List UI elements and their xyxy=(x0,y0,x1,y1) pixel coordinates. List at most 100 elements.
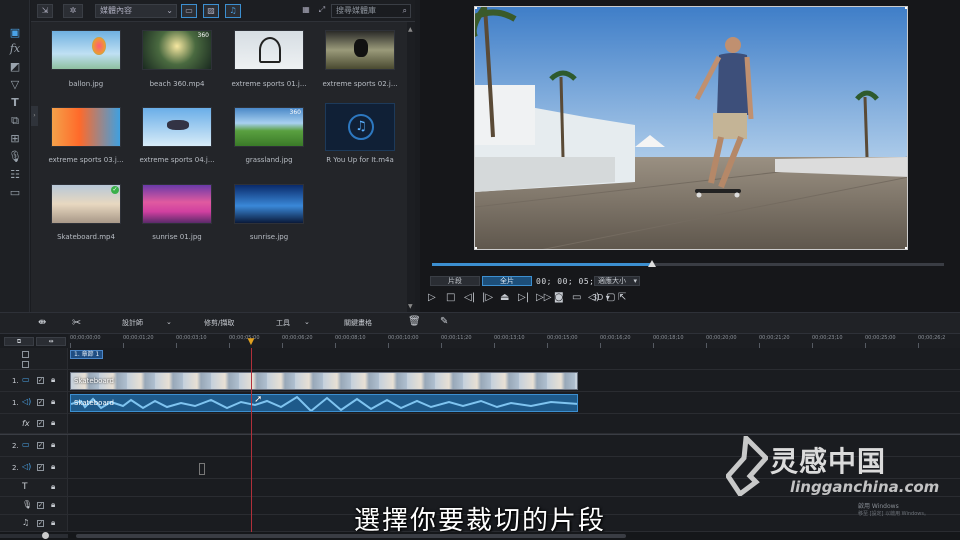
expand-icon[interactable]: ⤢ xyxy=(315,4,329,18)
media-thumb-sunrise01[interactable] xyxy=(142,184,212,224)
timeline-ruler[interactable]: 00;00;00;00 00;00;01;20 00;00;03;10 00;00;0… xyxy=(68,334,960,348)
media-thumb-grassland[interactable]: 360 xyxy=(234,107,304,147)
media-room-icon[interactable]: ▣ xyxy=(8,26,22,40)
voiceover-mic-icon[interactable]: 🎙 xyxy=(8,150,22,164)
zoom-slider-handle[interactable] xyxy=(42,532,49,539)
keyframe-button[interactable]: 關鍵畫格 xyxy=(344,318,372,328)
movie-mode-button[interactable]: 全片 xyxy=(482,276,532,286)
timeline-toolbar: ⇼ ✂ 設計師 ⌄ 修剪/擷取 工具 ⌄ 關鍵畫格 🗑 ✎ xyxy=(0,312,960,334)
chapter-room-icon[interactable]: ☷ xyxy=(8,168,22,182)
subtitle-room-icon[interactable]: ▭ xyxy=(8,186,22,200)
fit-to-window-button[interactable]: ⇹ xyxy=(36,337,66,346)
timeline-view-button[interactable]: ⧉ xyxy=(4,337,34,346)
resize-handle[interactable] xyxy=(905,7,907,9)
video-track-1: 1. ▭ ✓ 🔒︎ Skateboard xyxy=(0,370,960,392)
undock-icon[interactable]: ⇱ xyxy=(618,292,626,303)
collapse-panel-handle[interactable]: › xyxy=(31,106,38,126)
designer-button[interactable]: 設計師 xyxy=(122,318,143,328)
lock-icon[interactable]: 🔒︎ xyxy=(51,440,55,450)
edit-icon[interactable]: ✎ xyxy=(440,316,448,327)
media-thumb-extreme03[interactable] xyxy=(51,107,121,147)
track-enable-checkbox[interactable]: ✓ xyxy=(37,399,44,406)
title-room-icon[interactable]: T xyxy=(8,96,22,110)
tools-button[interactable]: 工具 xyxy=(276,318,290,328)
3d-toggle[interactable]: 3D ▾ xyxy=(592,293,610,302)
audio-mixing-icon[interactable]: ⊞ xyxy=(8,132,22,146)
split-icon[interactable]: ⏏ xyxy=(500,292,509,303)
fx-room-icon[interactable]: fx xyxy=(8,42,22,56)
track-enable-checkbox[interactable]: ✓ xyxy=(37,420,44,427)
resize-handle[interactable] xyxy=(475,7,477,9)
grid-view-icon[interactable]: ▦ xyxy=(299,4,313,18)
chapter-icon[interactable] xyxy=(22,351,29,358)
subtitle-track-icon[interactable] xyxy=(22,361,29,368)
next-frame-icon[interactable]: |▷ xyxy=(482,292,493,303)
lock-icon[interactable]: 🔒︎ xyxy=(51,462,55,472)
snapshot-icon[interactable]: ◙ xyxy=(554,292,564,303)
resize-handle[interactable] xyxy=(475,247,477,249)
360-badge: 360 xyxy=(289,109,301,116)
scroll-down-icon[interactable]: ▼ xyxy=(408,303,413,310)
fit-size-label: 適應大小 xyxy=(598,277,626,285)
media-thumb-extreme02[interactable] xyxy=(325,30,395,70)
media-thumb-sunrise[interactable] xyxy=(234,184,304,224)
particle-room-icon[interactable]: ▽ xyxy=(8,78,22,92)
audio-filter-button[interactable]: ♫ xyxy=(225,4,241,18)
lock-icon[interactable]: 🔒︎ xyxy=(51,418,55,428)
library-scrollbar[interactable]: ▲ ▼ xyxy=(407,22,415,312)
import-media-button[interactable]: ⇲ xyxy=(37,4,53,18)
play-icon[interactable]: ▷ xyxy=(428,292,436,303)
media-label: extreme sports 02.j... xyxy=(322,80,398,88)
lock-icon[interactable]: 🔒︎ xyxy=(51,375,55,385)
scroll-up-icon[interactable]: ▲ xyxy=(408,26,413,33)
chevron-down-icon[interactable]: ⌄ xyxy=(166,318,172,326)
clip-mode-button[interactable]: 片段 xyxy=(430,276,480,286)
fit-size-dropdown[interactable]: 適應大小 ▾ xyxy=(594,276,640,286)
media-thumb-music[interactable]: ♫ xyxy=(325,103,395,151)
track-enable-checkbox[interactable]: ✓ xyxy=(37,377,44,384)
trash-icon[interactable]: 🗑 xyxy=(408,316,421,327)
playhead-marker[interactable]: ▼ xyxy=(246,336,256,348)
trim-button[interactable]: 修剪/擷取 xyxy=(204,318,234,328)
video-filter-button[interactable]: ▭ xyxy=(181,4,197,18)
track-header xyxy=(0,348,68,369)
fast-forward-icon[interactable]: ▷▷ xyxy=(536,292,551,303)
ruler-tick-label: 00;00;01;20 xyxy=(123,335,154,341)
scissors-icon[interactable]: ✂ xyxy=(72,316,81,329)
track-enable-checkbox[interactable]: ✓ xyxy=(37,464,44,471)
track-enable-checkbox[interactable]: ✓ xyxy=(37,442,44,449)
transition-room-icon[interactable]: ⧉ xyxy=(8,114,22,128)
scrollbar-thumb[interactable] xyxy=(76,534,626,538)
fit-timeline-icon[interactable]: ⇼ xyxy=(38,317,46,328)
playback-scrubber[interactable] xyxy=(432,260,944,267)
media-thumb-skateboard[interactable]: ✓ xyxy=(51,184,121,224)
media-filter-dropdown[interactable]: 媒體內容 ⌄ xyxy=(95,4,177,18)
media-thumb-beach360[interactable]: 360 xyxy=(142,30,212,70)
chevron-down-icon[interactable]: ⌄ xyxy=(304,318,310,326)
timeline-scrollbar[interactable] xyxy=(0,532,960,540)
lock-icon[interactable]: 🔒︎ xyxy=(51,482,55,492)
playback-controls: ▷ □ ◁| |▷ ⏏ ▷| ▷▷ ◙ ▭ ◁) ▢ xyxy=(428,292,648,304)
zoom-slider[interactable] xyxy=(0,532,68,539)
media-label: sunrise 01.jpg xyxy=(152,233,202,241)
lock-icon[interactable]: 🔒︎ xyxy=(51,397,55,407)
media-thumb-extreme01[interactable] xyxy=(234,30,304,70)
ruler-tick-label: 00;00;10;00 xyxy=(388,335,419,341)
subtitle-icon[interactable]: ▭ xyxy=(572,292,581,303)
media-thumb-balloon[interactable] xyxy=(51,30,121,70)
media-thumb-extreme04[interactable] xyxy=(142,107,212,147)
stop-icon[interactable]: □ xyxy=(446,292,455,303)
preview-video[interactable] xyxy=(474,6,908,250)
step-forward-icon[interactable]: ▷| xyxy=(518,292,529,303)
plugin-button[interactable]: ✲ xyxy=(63,4,83,18)
3d-dropdown-icon: ▾ xyxy=(603,293,610,302)
scrubber-handle[interactable] xyxy=(648,260,657,267)
audio-clip-skateboard[interactable]: Skateboard xyxy=(70,394,578,412)
pip-room-icon[interactable]: ◩ xyxy=(8,60,22,74)
resize-handle[interactable] xyxy=(905,247,907,249)
library-search-input[interactable]: 搜尋媒體庫 ⌕ xyxy=(331,4,411,18)
video-clip-skateboard[interactable]: Skateboard xyxy=(70,372,578,390)
image-filter-button[interactable]: ▨ xyxy=(203,4,219,18)
previous-frame-icon[interactable]: ◁| xyxy=(464,292,475,303)
chapter-marker[interactable]: 1. 章節 1 xyxy=(70,350,104,359)
